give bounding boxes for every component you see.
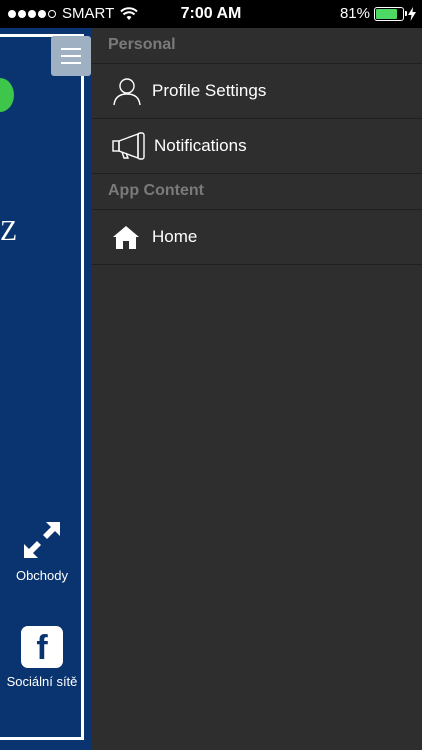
- menu-item-label: Notifications: [154, 136, 247, 155]
- section-header-personal: Personal: [92, 28, 422, 64]
- facebook-icon: f: [21, 626, 63, 668]
- side-drawer-menu: Personal Profile Settings Notifications …: [92, 28, 422, 750]
- battery-level: [376, 8, 398, 19]
- battery-icon: [374, 6, 407, 21]
- section-header-app-content: App Content: [92, 174, 422, 210]
- status-bar: SMART 7:00 AM 81%: [0, 0, 422, 28]
- app-content-panel[interactable]: Z Obchody f Sociální sítě: [0, 28, 92, 750]
- home-icon: [113, 226, 139, 249]
- battery-percent: 81%: [339, 5, 370, 22]
- megaphone-icon: [112, 132, 145, 160]
- tile-obchody[interactable]: Obchody: [0, 518, 84, 583]
- logo-text-fragment: Z: [0, 216, 18, 247]
- menu-item-profile-settings[interactable]: Profile Settings: [92, 64, 422, 119]
- tile-label: Obchody: [15, 568, 69, 583]
- menu-item-label: Home: [152, 227, 198, 246]
- tile-socialni-site[interactable]: f Sociální sítě: [0, 626, 84, 689]
- user-icon: [113, 78, 141, 106]
- tile-label: Sociální sítě: [6, 674, 78, 689]
- menu-item-notifications[interactable]: Notifications: [92, 119, 422, 174]
- charging-bolt-icon: [408, 6, 416, 21]
- menu-item-home[interactable]: Home: [92, 210, 422, 265]
- menu-item-label: Profile Settings: [152, 81, 267, 100]
- battery-status: 81%: [340, 5, 416, 22]
- expand-arrows-icon: [24, 522, 60, 558]
- menu-toggle-button[interactable]: [51, 36, 91, 76]
